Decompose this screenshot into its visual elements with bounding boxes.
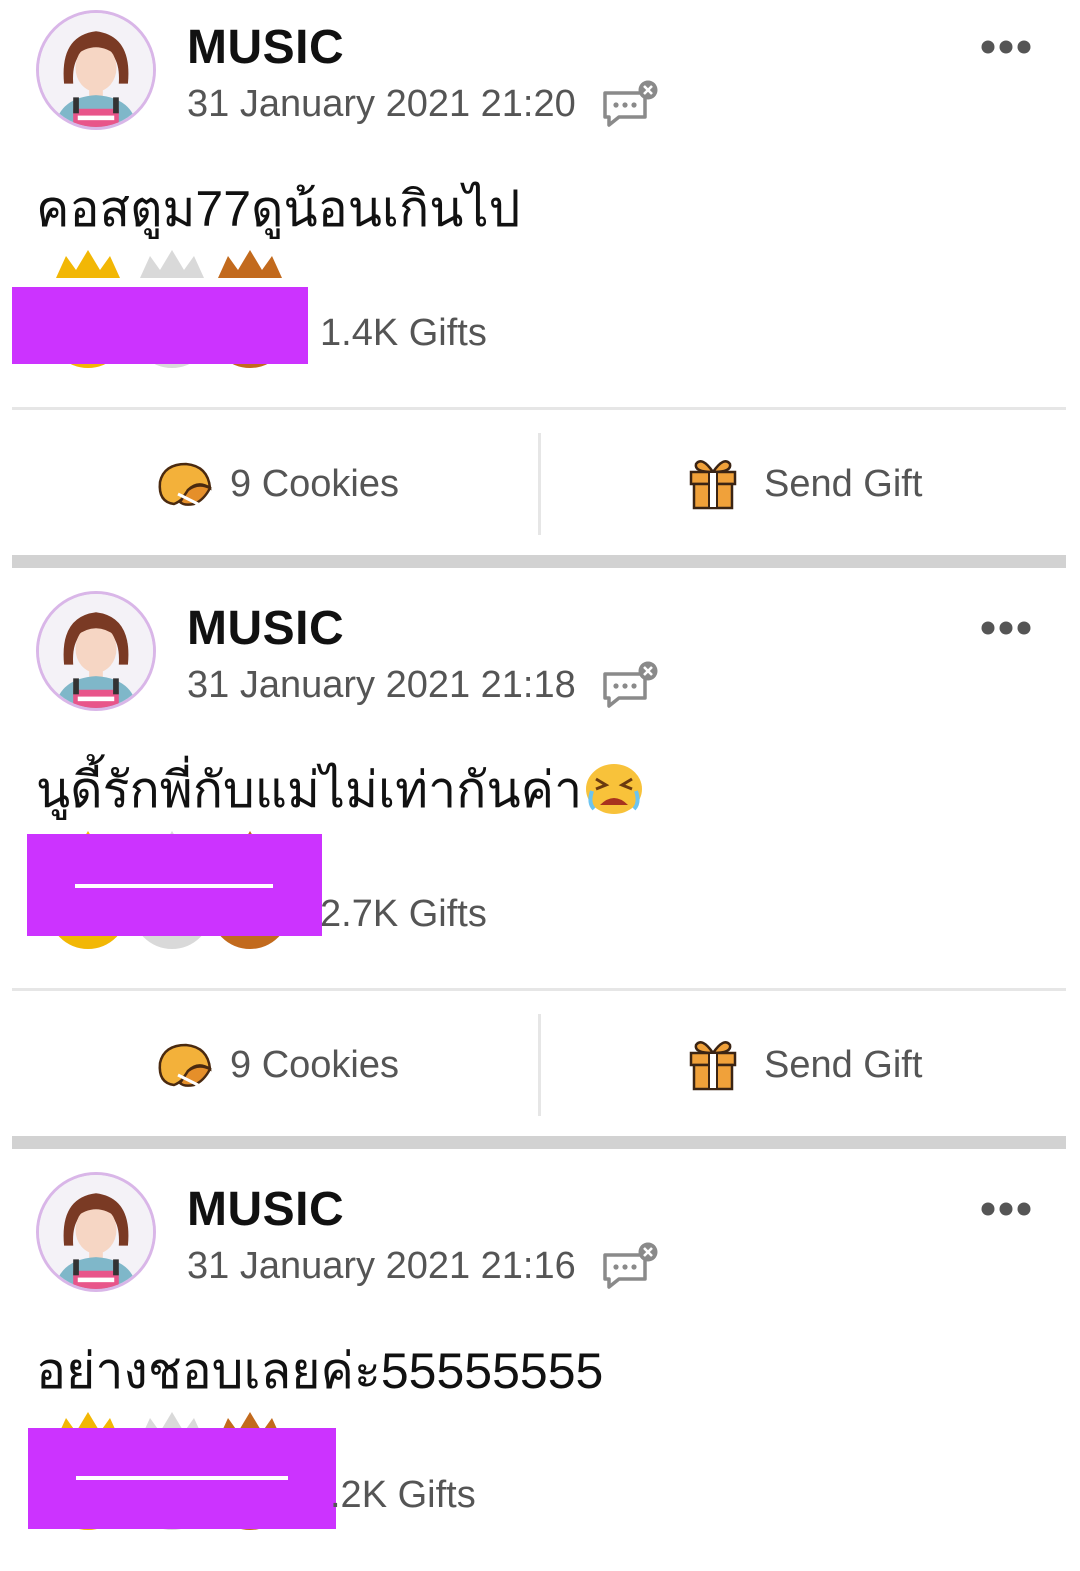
post-timestamp: 31 January 2021 21:18 <box>187 664 576 706</box>
post-card: MUSIC 31 January 2021 21:16 อย่างชอบเลยค… <box>0 1162 1080 1571</box>
redaction-line <box>75 884 273 888</box>
post-message: คอสตูม77ดูน้อนเกินไป <box>36 181 521 237</box>
gift-count[interactable]: 1.4K Gifts <box>320 312 487 355</box>
cookies-button[interactable]: 9 Cookies <box>154 1035 399 1095</box>
post-actions: 9 Cookies Send Gift <box>0 991 1080 1116</box>
post-author[interactable]: MUSIC <box>187 601 344 656</box>
cookies-button[interactable]: 9 Cookies <box>154 454 399 514</box>
redaction-box <box>27 834 322 936</box>
action-divider <box>538 433 541 535</box>
post-separator <box>12 555 1066 568</box>
post-text: คอสตูม77ดูน้อนเกินไป <box>36 170 520 249</box>
post-text: นูดี้รักพี่กับแม่ไม่เท่ากันค่า <box>36 751 644 830</box>
post-separator <box>12 1136 1066 1149</box>
more-options-icon[interactable] <box>980 1200 1032 1218</box>
member-avatar-icon <box>39 594 153 708</box>
fortune-cookie-icon <box>158 462 212 506</box>
comment-disabled-icon <box>603 80 658 127</box>
avatar[interactable] <box>36 591 156 711</box>
more-options-icon[interactable] <box>980 619 1032 637</box>
send-gift-label: Send Gift <box>764 1043 923 1086</box>
avatar[interactable] <box>36 1172 156 1292</box>
send-gift-button[interactable]: Send Gift <box>688 454 922 514</box>
send-gift-label: Send Gift <box>764 462 923 505</box>
post-author[interactable]: MUSIC <box>187 1182 344 1237</box>
redaction-line <box>76 1476 288 1480</box>
cookies-count: 9 Cookies <box>230 462 399 505</box>
post-actions: 9 Cookies Send Gift <box>0 410 1080 535</box>
post-timestamp: 31 January 2021 21:20 <box>187 83 576 125</box>
post-text: อย่างชอบเลยค่ะ55555555 <box>36 1332 603 1411</box>
redaction-box <box>12 287 308 364</box>
send-gift-button[interactable]: Send Gift <box>688 1035 922 1095</box>
gift-count[interactable]: 2.7K Gifts <box>320 893 487 936</box>
avatar[interactable] <box>36 10 156 130</box>
member-avatar-icon <box>39 13 153 127</box>
gift-box-icon <box>689 460 737 510</box>
comment-disabled-icon <box>603 661 658 708</box>
post-message: นูดี้รักพี่กับแม่ไม่เท่ากันค่า <box>36 762 583 818</box>
fortune-cookie-icon <box>158 1043 212 1087</box>
action-divider <box>538 1014 541 1116</box>
comment-disabled-icon <box>603 1242 658 1289</box>
post-author[interactable]: MUSIC <box>187 20 344 75</box>
post-card: MUSIC 31 January 2021 21:20 คอสตูม77ดูน้… <box>0 0 1080 568</box>
post-message: อย่างชอบเลยค่ะ55555555 <box>36 1343 604 1399</box>
gift-count[interactable]: .2K Gifts <box>330 1474 476 1517</box>
more-options-icon[interactable] <box>980 38 1032 56</box>
member-avatar-icon <box>39 1175 153 1289</box>
redaction-box <box>28 1428 336 1529</box>
gift-box-icon <box>689 1041 737 1091</box>
post-timestamp: 31 January 2021 21:16 <box>187 1245 576 1287</box>
post-card: MUSIC 31 January 2021 21:18 นูดี้รักพี่ก… <box>0 581 1080 1149</box>
crying-face-emoji <box>586 764 643 814</box>
feed: MUSIC 31 January 2021 21:20 คอสตูม77ดูน้… <box>0 0 1080 1571</box>
cookies-count: 9 Cookies <box>230 1043 399 1086</box>
